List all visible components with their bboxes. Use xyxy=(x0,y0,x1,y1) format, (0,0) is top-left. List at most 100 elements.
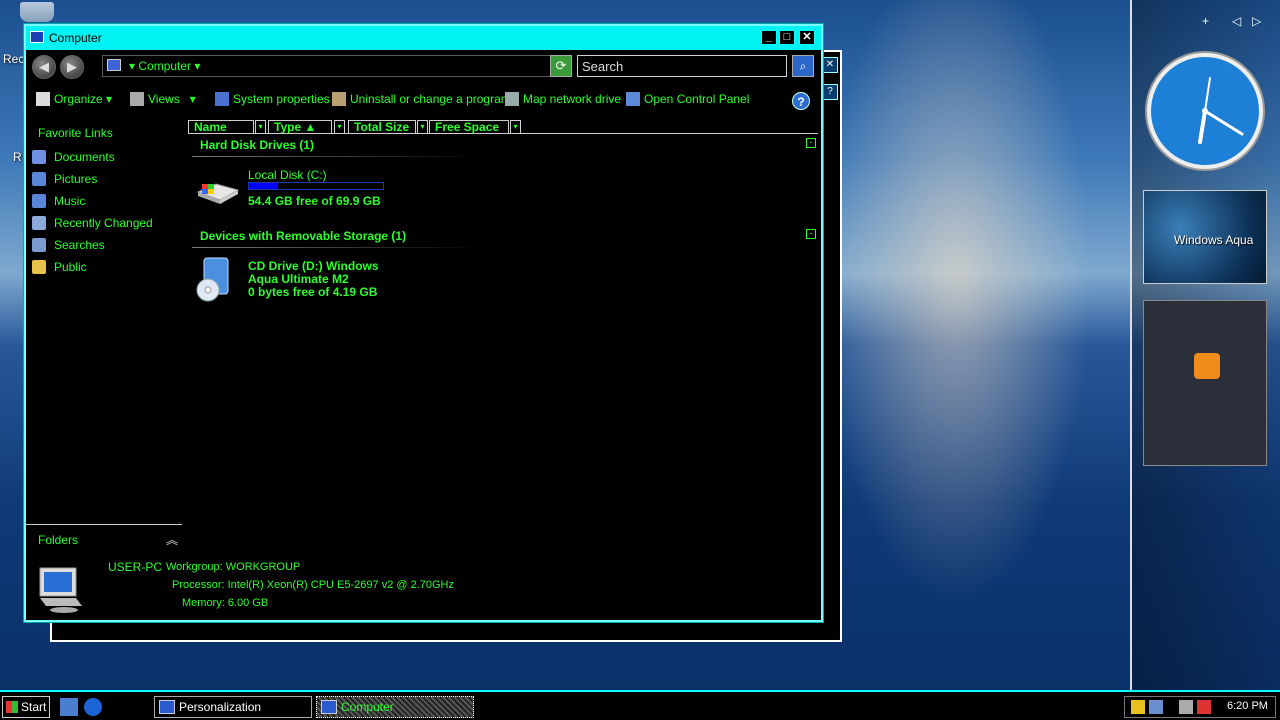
sidebar-item-public[interactable]: Public xyxy=(32,260,87,280)
system-properties-icon xyxy=(215,92,229,106)
desktop-wallpaper xyxy=(840,0,1130,690)
pictures-icon xyxy=(32,172,46,186)
search-input[interactable] xyxy=(577,55,787,77)
recent-icon xyxy=(32,216,46,230)
address-bar: ◀ ▶ ▾ Computer ▾ ▽ ⟳ ⌕ xyxy=(26,52,821,82)
control-panel-icon xyxy=(626,92,640,106)
column-total-size[interactable]: Total Size xyxy=(348,120,416,134)
title-bar[interactable]: Computer _ □ ✕ xyxy=(26,26,821,50)
start-button[interactable]: Start xyxy=(2,696,50,718)
group-removable-storage[interactable]: Devices with Removable Storage (1) xyxy=(200,229,406,243)
group-divider xyxy=(192,247,482,248)
group-hard-disk-drives[interactable]: Hard Disk Drives (1) xyxy=(200,138,314,152)
system-tray: 6:20 PM xyxy=(1124,696,1276,718)
personalization-icon xyxy=(159,700,175,714)
sidebar-item-pictures[interactable]: Pictures xyxy=(32,172,97,192)
clock-time[interactable]: 6:20 PM xyxy=(1227,700,1268,712)
maximize-button[interactable]: □ xyxy=(779,30,795,45)
cd-drive-name-line2[interactable]: Aqua Ultimate M2 xyxy=(248,272,349,286)
help-icon[interactable]: ? xyxy=(822,84,838,100)
open-control-panel-button[interactable]: Open Control Panel xyxy=(626,92,749,106)
sidebar-item-documents[interactable]: Documents xyxy=(32,150,115,170)
chevron-up-icon[interactable]: ︽ xyxy=(166,531,178,548)
group-divider xyxy=(192,156,482,157)
collapse-group-button[interactable]: - xyxy=(806,138,816,148)
organize-button[interactable]: Organize ▾ xyxy=(36,92,112,106)
close-icon[interactable]: ✕ xyxy=(822,57,838,73)
chevron-down-icon[interactable]: ▾ xyxy=(255,120,266,134)
command-bar: Organize ▾ Views ▾ System properties Uni… xyxy=(26,88,821,112)
organize-icon xyxy=(36,92,50,106)
cd-drive-icon[interactable] xyxy=(196,256,232,302)
sidebar-item-recently-changed[interactable]: Recently Changed xyxy=(32,216,153,236)
windows-aqua-logo: Windows Aqua xyxy=(1174,233,1254,247)
chevron-down-icon[interactable]: ▾ xyxy=(334,120,345,134)
previous-icon[interactable]: ◁ xyxy=(1232,14,1241,28)
documents-icon xyxy=(32,150,46,164)
taskbar-item-computer[interactable]: Computer xyxy=(316,696,474,718)
refresh-button[interactable]: ⟳ xyxy=(550,55,572,77)
collapse-group-button[interactable]: - xyxy=(806,229,816,239)
chevron-down-icon[interactable]: ▾ xyxy=(417,120,428,134)
sidebar-item-music[interactable]: Music xyxy=(32,194,85,214)
forward-button[interactable]: ▶ xyxy=(60,55,84,79)
cd-drive-free: 0 bytes free of 4.19 GB xyxy=(248,285,378,299)
rss-icon[interactable] xyxy=(1194,353,1220,379)
taskbar-item-personalization[interactable]: Personalization xyxy=(154,696,312,718)
column-name[interactable]: Name xyxy=(188,120,254,134)
column-headers: Name ▾ Type ▲ ▾ Total Size ▾ Free Space … xyxy=(188,120,818,134)
computer-icon xyxy=(39,567,82,613)
map-network-drive-button[interactable]: Map network drive xyxy=(505,92,621,106)
local-disk-name[interactable]: Local Disk (C:) xyxy=(248,168,327,182)
clock-gadget[interactable] xyxy=(1144,50,1266,172)
security-shield-icon[interactable] xyxy=(1131,700,1145,714)
disk-usage-bar xyxy=(248,182,384,190)
memory-info: Memory: 6.00 GB xyxy=(182,597,269,609)
views-icon xyxy=(130,92,144,106)
minimize-button[interactable]: _ xyxy=(761,30,777,45)
computer-icon xyxy=(107,59,121,71)
network-drive-icon xyxy=(505,92,519,106)
folders-label: Folders xyxy=(38,533,79,547)
cd-drive-name-line1[interactable]: CD Drive (D:) Windows xyxy=(248,259,379,273)
close-button[interactable]: ✕ xyxy=(799,30,815,45)
desktop-icon-label[interactable]: R xyxy=(13,150,22,164)
uninstall-button[interactable]: Uninstall or change a program xyxy=(332,92,511,106)
window-title: Computer xyxy=(49,31,102,45)
computer-icon xyxy=(321,700,337,714)
public-folder-icon xyxy=(32,260,46,274)
search-button[interactable]: ⌕ xyxy=(792,55,814,77)
network-icon[interactable] xyxy=(1179,700,1193,714)
feed-headlines-gadget[interactable] xyxy=(1143,300,1267,466)
column-free-space[interactable]: Free Space xyxy=(429,120,509,134)
sidebar-item-searches[interactable]: Searches xyxy=(32,238,105,258)
sidebar-icon[interactable] xyxy=(1149,700,1163,714)
workgroup-info: Workgroup: WORKGROUP xyxy=(166,561,301,573)
folders-toggle[interactable]: Folders ︽ xyxy=(26,524,182,550)
column-type[interactable]: Type ▲ xyxy=(268,120,332,134)
recycle-bin-icon[interactable] xyxy=(20,2,54,22)
show-desktop-icon[interactable] xyxy=(60,698,78,716)
windows-flag-icon xyxy=(6,701,18,713)
desktop-icon-label[interactable]: Rec xyxy=(3,52,24,66)
address-field[interactable]: ▾ Computer ▾ ▽ xyxy=(102,55,572,77)
help-button[interactable]: ? xyxy=(792,92,810,110)
volume-muted-icon[interactable] xyxy=(1197,700,1211,714)
chevron-down-icon[interactable]: ▾ xyxy=(510,120,521,134)
local-disk-free: 54.4 GB free of 69.9 GB xyxy=(248,194,381,208)
views-button[interactable]: Views ▾ xyxy=(130,92,196,106)
taskbar: Start Personalization Computer 6:20 PM xyxy=(0,690,1280,720)
processor-info: Processor: Intel(R) Xeon(R) CPU E5-2697 … xyxy=(172,579,454,591)
breadcrumb[interactable]: ▾ Computer ▾ xyxy=(129,59,200,73)
favorite-links-title: Favorite Links xyxy=(38,126,113,140)
add-gadget-icon[interactable]: + xyxy=(1202,14,1209,28)
next-icon[interactable]: ▷ xyxy=(1252,14,1261,28)
explorer-window: Computer _ □ ✕ ◀ ▶ ▾ Computer ▾ ▽ ⟳ ⌕ Or… xyxy=(24,24,823,622)
system-properties-button[interactable]: System properties xyxy=(215,92,330,106)
hard-drive-icon[interactable] xyxy=(196,178,240,204)
slideshow-gadget[interactable]: Windows Aqua xyxy=(1143,190,1267,284)
uninstall-icon xyxy=(332,92,346,106)
music-icon xyxy=(32,194,46,208)
back-button[interactable]: ◀ xyxy=(32,55,56,79)
internet-explorer-icon[interactable] xyxy=(84,698,102,716)
